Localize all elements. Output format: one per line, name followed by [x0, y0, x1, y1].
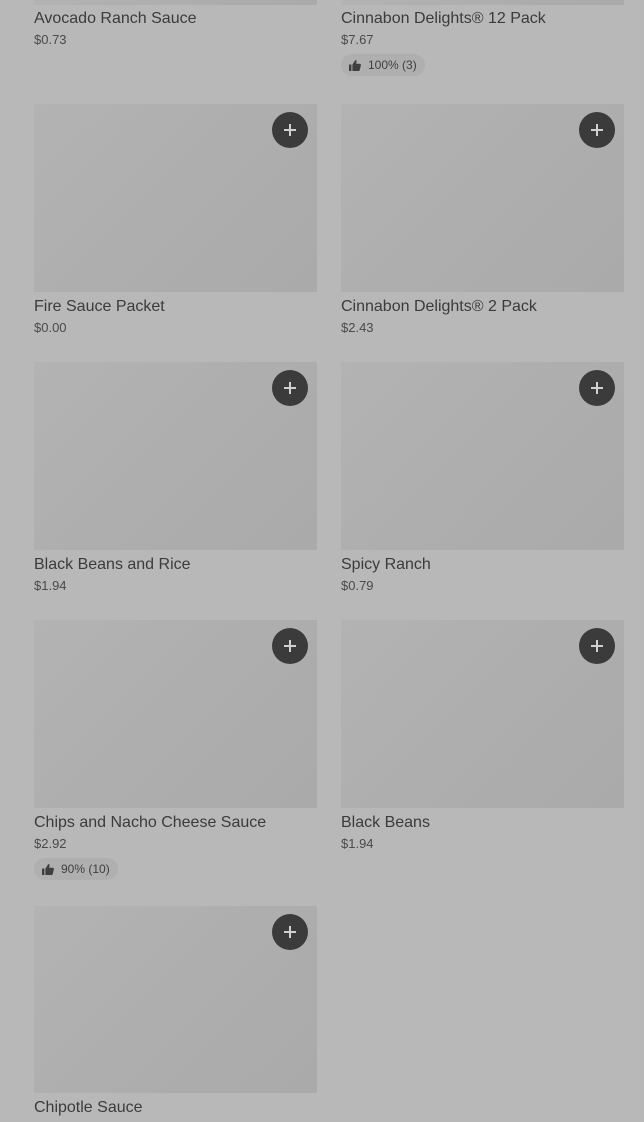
menu-item-price: $0.73 — [34, 32, 67, 47]
menu-item-image[interactable] — [341, 362, 624, 550]
menu-item-price: $0.00 — [34, 320, 67, 335]
menu-item-price: $1.94 — [341, 836, 374, 851]
rating-text: 100% (3) — [368, 58, 417, 72]
plus-icon — [591, 382, 603, 394]
menu-item-card[interactable]: Cinnabon Delights® 2 Pack $2.43 — [341, 104, 624, 335]
menu-item-title: Chipotle Sauce — [34, 1099, 143, 1116]
menu-item-card[interactable]: Spicy Ranch $0.79 — [341, 362, 624, 593]
plus-icon — [591, 124, 603, 136]
thumbs-up-icon — [349, 59, 361, 71]
menu-item-price: $1.94 — [34, 578, 67, 593]
menu-item-card[interactable]: Chipotle Sauce — [34, 906, 317, 1117]
menu-item-title: Cinnabon Delights® 12 Pack — [341, 10, 546, 27]
add-to-cart-button[interactable] — [272, 914, 308, 950]
plus-icon — [284, 926, 296, 938]
menu-item-price: $0.79 — [341, 578, 374, 593]
add-to-cart-button[interactable] — [272, 370, 308, 406]
menu-item-card[interactable]: Avocado Ranch Sauce $0.73 — [34, 0, 317, 47]
menu-item-image[interactable] — [34, 362, 317, 550]
menu-item-grid: Avocado Ranch Sauce $0.73 Cinnabon Delig… — [0, 0, 644, 1122]
menu-item-title: Avocado Ranch Sauce — [34, 10, 197, 27]
menu-item-image[interactable] — [34, 620, 317, 808]
menu-item-card[interactable]: Chips and Nacho Cheese Sauce $2.92 90% (… — [34, 620, 317, 880]
menu-item-image[interactable] — [341, 0, 624, 5]
add-to-cart-button[interactable] — [272, 112, 308, 148]
plus-icon — [284, 124, 296, 136]
menu-item-card[interactable]: Black Beans $1.94 — [341, 620, 624, 851]
plus-icon — [284, 382, 296, 394]
rating-badge: 100% (3) — [341, 54, 425, 76]
menu-item-title: Black Beans and Rice — [34, 556, 191, 573]
rating-text: 90% (10) — [61, 862, 110, 876]
add-to-cart-button[interactable] — [579, 628, 615, 664]
plus-icon — [591, 640, 603, 652]
rating-badge: 90% (10) — [34, 858, 118, 880]
menu-item-image[interactable] — [34, 0, 317, 5]
menu-item-price: $7.67 — [341, 32, 374, 47]
menu-item-image[interactable] — [341, 104, 624, 292]
menu-item-price: $2.92 — [34, 836, 67, 851]
menu-item-card[interactable]: Fire Sauce Packet $0.00 — [34, 104, 317, 335]
menu-item-title: Black Beans — [341, 814, 430, 831]
add-to-cart-button[interactable] — [579, 112, 615, 148]
menu-item-image[interactable] — [34, 906, 317, 1093]
thumbs-up-icon — [42, 863, 54, 875]
plus-icon — [284, 640, 296, 652]
menu-item-title: Chips and Nacho Cheese Sauce — [34, 814, 267, 831]
menu-item-title: Fire Sauce Packet — [34, 298, 165, 315]
menu-item-card[interactable]: Cinnabon Delights® 12 Pack $7.67 100% (3… — [341, 0, 624, 76]
menu-item-title: Spicy Ranch — [341, 556, 431, 573]
menu-item-image[interactable] — [34, 104, 317, 292]
menu-item-card[interactable]: Black Beans and Rice $1.94 — [34, 362, 317, 593]
add-to-cart-button[interactable] — [272, 628, 308, 664]
menu-item-price: $2.43 — [341, 320, 374, 335]
menu-item-image[interactable] — [341, 620, 624, 808]
menu-item-title: Cinnabon Delights® 2 Pack — [341, 298, 537, 315]
add-to-cart-button[interactable] — [579, 370, 615, 406]
